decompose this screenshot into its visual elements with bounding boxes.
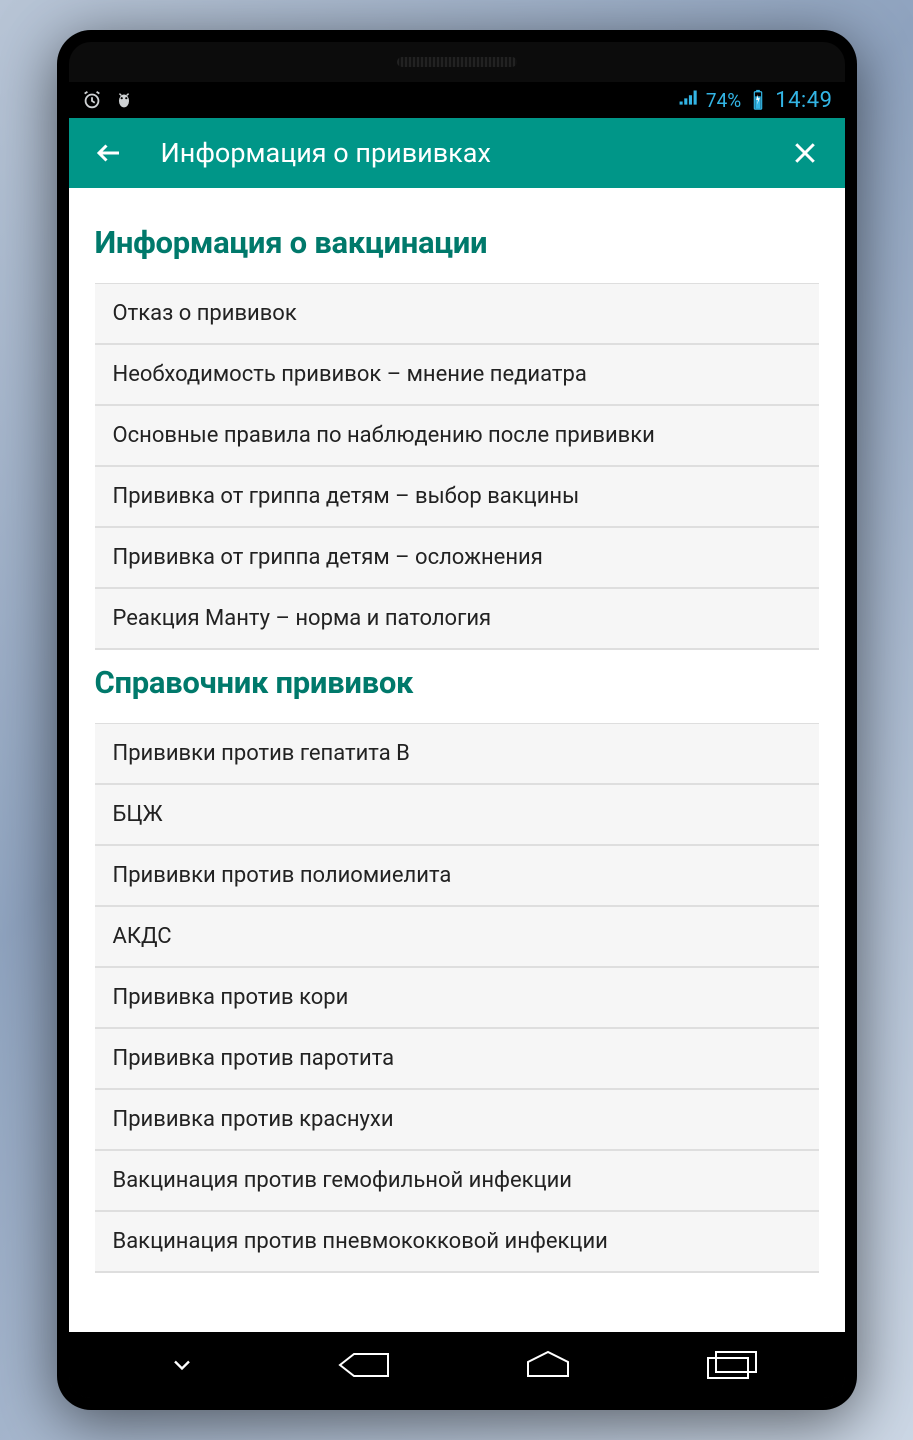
info-list: Отказ о прививок Необходимость прививок …: [95, 283, 819, 650]
android-status-bar: 74% 14:49: [69, 82, 845, 118]
phone-screen: 74% 14:49 Информация о прививках Информа…: [69, 42, 845, 1398]
android-debug-icon: [113, 89, 135, 111]
status-right: 74% 14:49: [678, 88, 833, 113]
nav-back-button[interactable]: [300, 1342, 430, 1388]
list-item[interactable]: Вакцинация против пневмококковой инфекци…: [95, 1212, 819, 1273]
reference-list: Прививки против гепатита B БЦЖ Прививки …: [95, 723, 819, 1273]
phone-frame: 74% 14:49 Информация о прививках Информа…: [57, 30, 857, 1410]
nav-back-icon: [336, 1350, 394, 1380]
list-item[interactable]: Прививка против краснухи: [95, 1090, 819, 1151]
nav-menu-button[interactable]: [117, 1342, 247, 1388]
alarm-icon: [81, 89, 103, 111]
content-scroll[interactable]: Информация о вакцинации Отказ о прививок…: [69, 188, 845, 1332]
list-item[interactable]: Необходимость прививок – мнение педиатра: [95, 345, 819, 406]
status-left: [81, 89, 135, 111]
page-title: Информация о прививках: [161, 137, 753, 169]
chevron-down-icon: [168, 1351, 196, 1379]
nav-recent-button[interactable]: [666, 1342, 796, 1388]
android-nav-bar: [69, 1332, 845, 1398]
section-title-reference: Справочник прививок: [95, 664, 819, 701]
list-item[interactable]: Прививки против гепатита B: [95, 724, 819, 785]
nav-recent-icon: [704, 1350, 758, 1380]
nav-home-button[interactable]: [483, 1342, 613, 1388]
list-item[interactable]: БЦЖ: [95, 785, 819, 846]
list-item[interactable]: Основные правила по наблюдению после при…: [95, 406, 819, 467]
app-header: Информация о прививках: [69, 118, 845, 188]
battery-percent: 74%: [706, 89, 741, 112]
list-item[interactable]: Прививка от гриппа детям – осложнения: [95, 528, 819, 589]
list-item[interactable]: Прививка против кори: [95, 968, 819, 1029]
speaker-dotstrip: [397, 57, 517, 67]
list-item[interactable]: Вакцинация против гемофильной инфекции: [95, 1151, 819, 1212]
status-clock: 14:49: [775, 88, 832, 113]
list-item[interactable]: Отказ о прививок: [95, 284, 819, 345]
signal-icon: [678, 89, 700, 111]
arrow-left-icon: [94, 138, 124, 168]
nav-home-icon: [520, 1350, 576, 1380]
back-button[interactable]: [89, 133, 129, 173]
close-icon: [790, 138, 820, 168]
battery-icon: [747, 89, 769, 111]
close-button[interactable]: [785, 133, 825, 173]
list-item[interactable]: Прививки против полиомиелита: [95, 846, 819, 907]
section-title-info: Информация о вакцинации: [95, 224, 819, 261]
list-item[interactable]: Прививка от гриппа детям – выбор вакцины: [95, 467, 819, 528]
list-item[interactable]: Реакция Манту – норма и патология: [95, 589, 819, 650]
list-item[interactable]: Прививка против паротита: [95, 1029, 819, 1090]
phone-speaker: [69, 42, 845, 82]
list-item[interactable]: АКДС: [95, 907, 819, 968]
